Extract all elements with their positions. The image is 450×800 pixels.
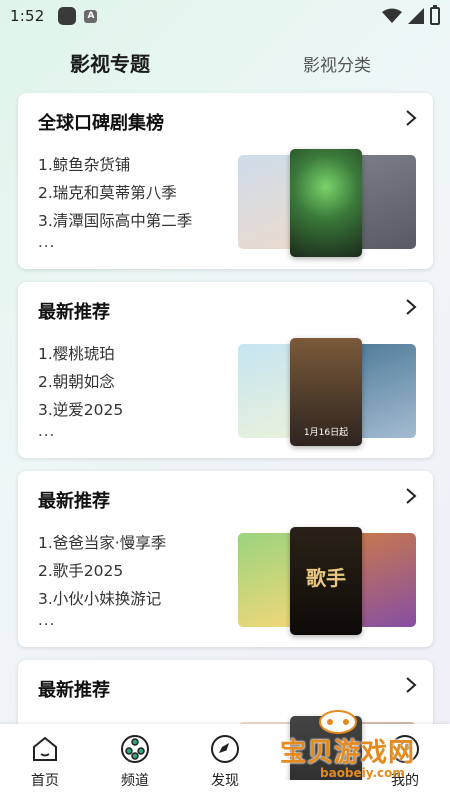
list-item[interactable]: 3.逆爱2025 bbox=[38, 396, 123, 424]
poster-left[interactable] bbox=[238, 155, 298, 249]
watermark-text: 宝贝游戏网 bbox=[280, 738, 416, 768]
tab-topics[interactable]: 影视专题 bbox=[70, 48, 150, 77]
poster-caption: 1月16日起 bbox=[303, 428, 349, 438]
chevron-right-icon bbox=[406, 677, 417, 693]
nav-home[interactable]: 首页 bbox=[15, 734, 75, 790]
watermark: 宝贝游戏网 baobeiy.com bbox=[268, 706, 448, 796]
wifi-icon bbox=[382, 8, 402, 23]
chevron-right-icon bbox=[406, 110, 417, 126]
topic-card[interactable]: 最新推荐 1.樱桃琥珀 2.朝朝如念 3.逆爱2025 ... 1月16日起 bbox=[18, 282, 433, 458]
compass-icon bbox=[211, 735, 239, 763]
poster-center[interactable] bbox=[290, 149, 362, 257]
poster-right[interactable] bbox=[356, 533, 416, 627]
list-item[interactable]: 2.朝朝如念 bbox=[38, 368, 123, 396]
status-time: 1:52 bbox=[10, 7, 45, 25]
nav-channel[interactable]: 频道 bbox=[105, 734, 165, 790]
poster-left[interactable] bbox=[238, 533, 298, 627]
nav-label: 首页 bbox=[31, 773, 59, 789]
more-ellipsis: ... bbox=[38, 611, 56, 629]
list-item[interactable]: 3.小伙小妹换游记 bbox=[38, 585, 166, 613]
poster-caption: 歌手 bbox=[306, 566, 346, 590]
top-tabs: 影视专题 影视分类 bbox=[0, 46, 450, 78]
card-list: 1.爸爸当家·慢享季 2.歌手2025 3.小伙小妹换游记 bbox=[38, 529, 166, 613]
poster-stack[interactable] bbox=[238, 149, 416, 257]
more-ellipsis: ... bbox=[38, 422, 56, 440]
card-list: 1.樱桃琥珀 2.朝朝如念 3.逆爱2025 bbox=[38, 340, 123, 424]
poster-right[interactable] bbox=[356, 155, 416, 249]
nav-label: 频道 bbox=[121, 773, 149, 789]
watermark-url: baobeiy.com bbox=[320, 766, 405, 780]
nav-label: 发现 bbox=[211, 773, 239, 789]
card-title: 最新推荐 bbox=[38, 302, 110, 323]
poster-center[interactable]: 歌手 bbox=[290, 527, 362, 635]
poster-right[interactable] bbox=[356, 344, 416, 438]
list-item[interactable]: 2.瑞克和莫蒂第八季 bbox=[38, 179, 192, 207]
poster-left[interactable] bbox=[238, 344, 298, 438]
list-item[interactable]: 2.歌手2025 bbox=[38, 557, 166, 585]
more-ellipsis: ... bbox=[38, 233, 56, 251]
list-item[interactable]: 1.爸爸当家·慢享季 bbox=[38, 529, 166, 557]
list-item[interactable]: 3.清潭国际高中第二季 bbox=[38, 207, 192, 235]
tab-categories[interactable]: 影视分类 bbox=[303, 51, 371, 76]
signal-icon bbox=[408, 8, 424, 24]
film-reel-icon bbox=[121, 735, 149, 763]
card-title: 最新推荐 bbox=[38, 680, 110, 701]
card-title: 全球口碑剧集榜 bbox=[38, 113, 164, 134]
poster-center[interactable]: 1月16日起 bbox=[290, 338, 362, 446]
poster-stack[interactable]: 1月16日起 bbox=[238, 338, 416, 446]
battery-icon bbox=[430, 5, 440, 25]
topic-card[interactable]: 全球口碑剧集榜 1.鲸鱼杂货铺 2.瑞克和莫蒂第八季 3.清潭国际高中第二季 .… bbox=[18, 93, 433, 269]
card-title: 最新推荐 bbox=[38, 491, 110, 512]
poster-stack[interactable]: 歌手 bbox=[238, 527, 416, 635]
topic-card[interactable]: 最新推荐 1.爸爸当家·慢享季 2.歌手2025 3.小伙小妹换游记 ... 歌… bbox=[18, 471, 433, 647]
status-bar: 1:52 A bbox=[0, 0, 450, 32]
android-a-icon: A bbox=[84, 9, 98, 23]
chevron-right-icon bbox=[406, 488, 417, 504]
card-list: 1.鲸鱼杂货铺 2.瑞克和莫蒂第八季 3.清潭国际高中第二季 bbox=[38, 151, 192, 235]
list-item[interactable]: 1.樱桃琥珀 bbox=[38, 340, 123, 368]
home-icon bbox=[33, 736, 57, 761]
nav-discover[interactable]: 发现 bbox=[195, 734, 255, 790]
chevron-right-icon bbox=[406, 299, 417, 315]
list-item[interactable]: 1.鲸鱼杂货铺 bbox=[38, 151, 192, 179]
notification-icon bbox=[58, 7, 77, 25]
